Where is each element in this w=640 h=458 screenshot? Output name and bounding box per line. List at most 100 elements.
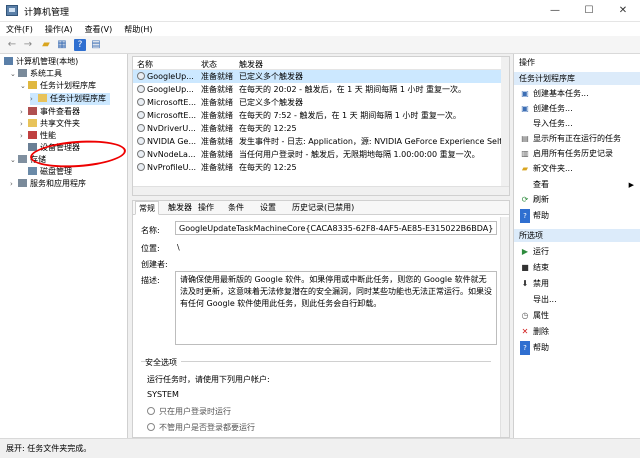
- action-delete[interactable]: ✕ 删除: [520, 325, 549, 339]
- description-label: 描述:: [141, 276, 160, 285]
- maximize-button[interactable]: ☐: [572, 0, 606, 22]
- table-row[interactable]: MicrosoftE... 准备就绪 在每天的 7:52 - 触发后，在 1 天 期…: [133, 109, 509, 122]
- table-row[interactable]: NvProfileU... 准备就绪 在每天的 12:25: [133, 161, 509, 174]
- menu-help[interactable]: 帮助(H): [118, 22, 158, 35]
- chevron-right-icon[interactable]: ›: [20, 106, 28, 118]
- chevron-down-icon[interactable]: ⌄: [10, 68, 18, 80]
- tree-item-performance[interactable]: › 性能: [20, 130, 56, 142]
- task-clock-icon: [137, 111, 145, 119]
- name-label: 名称:: [141, 226, 160, 235]
- action-new-folder[interactable]: ▰ 新文件夹...: [520, 162, 573, 176]
- chevron-right-icon[interactable]: ›: [30, 93, 38, 105]
- action-end[interactable]: ■ 结束: [520, 261, 549, 275]
- radio-run-whether-logged-on[interactable]: 不管用户是否登录都要运行: [147, 422, 255, 433]
- properties-icon[interactable]: ▤: [90, 39, 102, 51]
- menu-file[interactable]: 文件(F): [0, 22, 39, 35]
- table-row[interactable]: NvNodeLa... 准备就绪 当任何用户登录时 - 触发后，无限期地每隔 1.0…: [133, 148, 509, 161]
- tree-item-computer-management[interactable]: 计算机管理(本地): [4, 56, 78, 68]
- action-import-task[interactable]: 导入任务...: [520, 117, 573, 131]
- folder-icon: [38, 94, 47, 102]
- task-clock-icon: [137, 85, 145, 93]
- action-help-selected[interactable]: ? 帮助: [520, 341, 549, 355]
- tree-item-services-applications[interactable]: › 服务和应用程序: [10, 178, 86, 190]
- minimize-button[interactable]: —: [538, 0, 572, 22]
- action-show-running-tasks[interactable]: ▤ 显示所有正在运行的任务: [520, 132, 621, 146]
- task-description-field[interactable]: 请确保使用最新版的 Google 软件。如果停用或中断此任务，则您的 Googl…: [175, 271, 497, 345]
- chevron-right-icon[interactable]: ›: [20, 118, 28, 130]
- chevron-right-icon[interactable]: ›: [20, 130, 28, 142]
- tree-item-disk-management[interactable]: 磁盘管理: [28, 166, 72, 178]
- table-row[interactable]: GoogleUp... 准备就绪 在每天的 20:02 - 触发后，在 1 天 期间…: [133, 83, 509, 96]
- actions-header: 操作: [519, 58, 535, 67]
- disk-icon: [28, 167, 37, 175]
- tab-general[interactable]: 常规: [135, 201, 159, 215]
- task-list: 名称 状态 触发器 GoogleUp... 准备就绪 已定义多个触发器 Google…: [132, 56, 510, 196]
- tree-item-shared-folders[interactable]: › 共享文件夹: [20, 118, 80, 130]
- navigation-tree: 计算机管理(本地) ⌄ 系统工具 ⌄ 任务计划程序库 › 任务计划程序库 › 事件查看器…: [0, 54, 128, 438]
- menu-view[interactable]: 查看(V): [79, 22, 119, 35]
- task-name-field[interactable]: GoogleUpdateTaskMachineCore{CACA8335-62F…: [175, 221, 497, 235]
- security-options-title: 安全选项: [145, 357, 181, 368]
- detail-vertical-scrollbar[interactable]: [500, 217, 509, 437]
- chevron-right-icon[interactable]: ›: [10, 178, 18, 190]
- task-clock-icon: [137, 98, 145, 106]
- table-row[interactable]: MicrosoftE... 准备就绪 已定义多个触发器: [133, 96, 509, 109]
- chevron-down-icon[interactable]: ⌄: [10, 154, 18, 166]
- actions-section-selected-item[interactable]: 所选项: [514, 229, 640, 242]
- action-run[interactable]: ▶ 运行: [520, 245, 549, 259]
- column-trigger[interactable]: 触发器: [239, 59, 263, 70]
- tree-item-task-scheduler[interactable]: ⌄ 任务计划程序库: [20, 80, 96, 92]
- task-scheduler-icon: [28, 81, 37, 89]
- task-clock-icon: [137, 124, 145, 132]
- action-export[interactable]: 导出...: [520, 293, 557, 307]
- window-title: 计算机管理: [24, 8, 70, 18]
- help-icon[interactable]: ?: [74, 39, 86, 51]
- table-row[interactable]: GoogleUp... 准备就绪 已定义多个触发器: [133, 70, 509, 83]
- create-basic-task-icon: ▣: [521, 89, 529, 98]
- toolbar: ← → ▰ ▦ ? ▤: [0, 36, 640, 54]
- action-create-basic-task[interactable]: ▣ 创建基本任务...: [520, 87, 588, 101]
- column-status[interactable]: 状态: [201, 59, 217, 70]
- chevron-down-icon[interactable]: ⌄: [20, 80, 28, 92]
- task-list-horizontal-scrollbar[interactable]: [133, 186, 509, 195]
- table-row[interactable]: NvDriverU... 准备就绪 在每天的 12:25: [133, 122, 509, 135]
- delete-icon: ✕: [521, 327, 529, 336]
- action-properties[interactable]: ◷ 属性: [520, 309, 550, 323]
- disable-icon: ⬇: [521, 279, 529, 288]
- tab-settings[interactable]: 设置: [257, 201, 279, 215]
- column-name[interactable]: 名称: [137, 59, 153, 70]
- menu-action[interactable]: 操作(A): [39, 22, 79, 35]
- storage-icon: [18, 155, 27, 163]
- back-icon[interactable]: ←: [6, 39, 18, 51]
- location-label: 位置:: [141, 244, 160, 253]
- action-view[interactable]: 查看 ▶: [520, 178, 634, 192]
- action-enable-history[interactable]: ▥ 启用所有任务历史记录: [520, 147, 613, 161]
- tree-item-event-viewer[interactable]: › 事件查看器: [20, 106, 80, 118]
- table-row[interactable]: NVIDIA Ge... 准备就绪 发生事件时 - 日志: Application，…: [133, 135, 509, 148]
- title-bar: 计算机管理 — ☐ ✕: [0, 0, 640, 22]
- task-list-header: 名称 状态 触发器: [133, 57, 509, 70]
- close-button[interactable]: ✕: [606, 0, 640, 22]
- action-help[interactable]: ? 帮助: [520, 209, 549, 223]
- radio-run-when-logged-on[interactable]: 只在用户登录时运行: [147, 406, 231, 417]
- status-bar: 展开: 任务文件夹完成。: [0, 438, 640, 458]
- action-create-task[interactable]: ▣ 创建任务...: [520, 102, 572, 116]
- performance-icon: [28, 131, 37, 139]
- author-label: 创建者:: [141, 260, 168, 269]
- shared-folder-icon: [28, 119, 37, 127]
- action-refresh[interactable]: ⟳ 刷新: [520, 193, 549, 207]
- tab-triggers[interactable]: 触发器: [165, 201, 195, 215]
- run-as-account: SYSTEM: [147, 390, 179, 399]
- task-list-vertical-scrollbar[interactable]: [501, 57, 509, 188]
- actions-section-task-library[interactable]: 任务计划程序库: [514, 72, 640, 85]
- tab-actions[interactable]: 操作: [195, 201, 217, 215]
- show-hide-tree-icon[interactable]: ▦: [56, 39, 68, 51]
- tab-history[interactable]: 历史记录(已禁用): [289, 201, 357, 215]
- tree-item-task-scheduler-library[interactable]: › 任务计划程序库: [30, 93, 110, 105]
- tree-item-system-tools[interactable]: ⌄ 系统工具: [10, 68, 62, 80]
- tab-conditions[interactable]: 条件: [225, 201, 247, 215]
- refresh-icon: ⟳: [521, 195, 529, 204]
- action-disable[interactable]: ⬇ 禁用: [520, 277, 549, 291]
- forward-icon[interactable]: →: [22, 39, 34, 51]
- folder-up-icon[interactable]: ▰: [40, 39, 52, 51]
